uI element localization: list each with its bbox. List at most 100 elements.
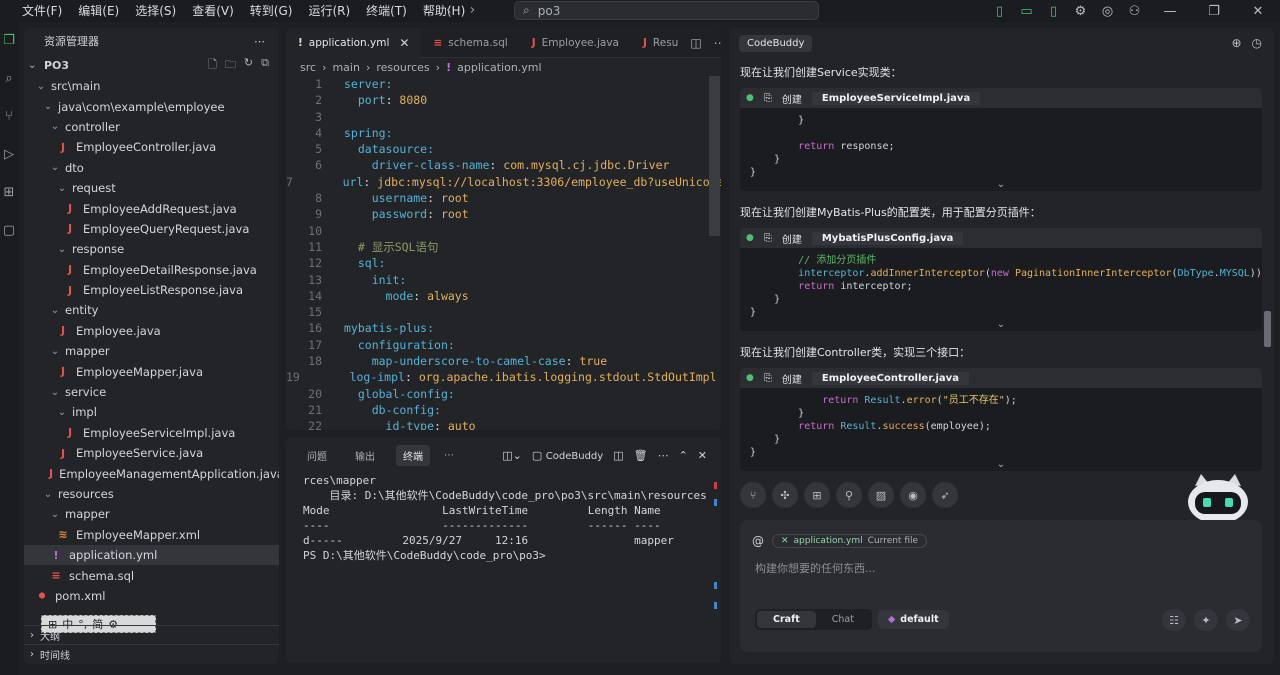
editor-tab[interactable]: J Employee.java [520, 28, 631, 58]
folder-item[interactable]: ⌄ dto [24, 158, 279, 178]
copilot-icon[interactable]: ◎ [1094, 4, 1121, 19]
file-item[interactable]: J EmployeeListResponse.java [24, 280, 279, 300]
new-folder-icon[interactable]: 🗀 [225, 56, 236, 75]
file-item[interactable]: ⬤ pom.xml [24, 586, 279, 606]
toggle-panel-icon[interactable]: ▭ [1013, 4, 1040, 19]
image-icon[interactable]: ▨ [868, 482, 894, 508]
extensions-icon[interactable]: ⊞ [0, 174, 18, 212]
menu-item[interactable]: 转到(G) [242, 0, 301, 22]
file-item[interactable]: J EmployeeServiceImpl.java [24, 423, 279, 443]
chat-scrollbar[interactable] [1264, 311, 1271, 347]
folder-item[interactable]: ⌄ resources [24, 484, 279, 504]
expand-chevron-icon[interactable]: ⌄ [740, 319, 1262, 331]
split-icon[interactable]: ◫ [613, 449, 623, 462]
minimize-icon[interactable]: — [1148, 4, 1192, 19]
file-item[interactable]: J EmployeeManagementApplication.java [24, 463, 279, 483]
file-item[interactable]: J EmployeeService.java [24, 443, 279, 463]
editor-scrollbar[interactable] [709, 76, 720, 236]
tab-problems[interactable]: 问题 [300, 445, 334, 466]
context-file-chip[interactable]: ✕ application.yml Current file [772, 534, 928, 548]
terminal-instance[interactable]: ▢ CodeBuddy [532, 449, 603, 462]
file-item[interactable]: J EmployeeAddRequest.java [24, 198, 279, 218]
new-file-icon[interactable]: 🗋 [208, 56, 217, 75]
codebuddy-title[interactable]: CodeBuddy [739, 34, 813, 52]
folder-item[interactable]: ⌄ service [24, 382, 279, 402]
breadcrumb-item[interactable]: main [332, 61, 359, 74]
more-actions-icon[interactable]: ⋯ [254, 35, 265, 48]
file-item[interactable]: ≋ EmployeeMapper.xml [24, 525, 279, 545]
close-panel-icon[interactable]: ✕ [698, 449, 707, 462]
folder-item[interactable]: ⌄ mapper [24, 504, 279, 524]
file-item[interactable]: ≡ schema.sql [24, 565, 279, 585]
expand-chevron-icon[interactable]: ⌄ [740, 459, 1262, 471]
send-icon[interactable]: ➤ [1226, 609, 1250, 631]
link-icon[interactable]: ⚲ [836, 482, 862, 508]
menu-item[interactable]: 编辑(E) [70, 0, 127, 22]
model-selector[interactable]: ◆ default [877, 610, 949, 629]
code-editor[interactable]: 1 server: 2 port: 8080 3 4 spring: 5 datasourc… [286, 76, 721, 430]
folder-item[interactable]: ⌄ request [24, 178, 279, 198]
explorer-icon[interactable]: ❐ [0, 22, 18, 60]
menu-item[interactable]: 查看(V) [184, 0, 242, 22]
split-editor-icon[interactable]: ◫ [690, 36, 701, 50]
file-item[interactable]: J Employee.java [24, 321, 279, 341]
branch-icon[interactable]: ⑂ [740, 482, 766, 508]
file-item[interactable]: J EmployeeController.java [24, 137, 279, 157]
toggle-sidebar-icon[interactable]: ▯ [986, 4, 1013, 19]
file-item[interactable]: J EmployeeDetailResponse.java [24, 260, 279, 280]
terminal-output[interactable]: rces\mapper 目录: D:\其他软件\CodeBuddy\code_p… [286, 473, 721, 563]
folder-item[interactable]: ⌄ entity [24, 300, 279, 320]
more-actions-icon[interactable]: ⋯ [714, 36, 721, 50]
editor-tab[interactable]: J Resu [631, 28, 690, 58]
trash-icon[interactable]: 🗑 [634, 449, 648, 462]
rocket-icon[interactable]: ➶ [932, 482, 958, 508]
new-chat-icon[interactable]: ⊕ [1231, 36, 1241, 50]
file-item[interactable]: J EmployeeMapper.java [24, 361, 279, 381]
folder-item[interactable]: ⌄ src\main [24, 76, 279, 96]
split-terminal-icon[interactable]: ◫⌄ [502, 449, 522, 462]
sparkle-icon[interactable]: ✦ [1194, 609, 1218, 631]
menu-item[interactable]: 终端(T) [358, 0, 415, 22]
remove-context-icon[interactable]: ✕ [781, 536, 789, 546]
mode-chat[interactable]: Chat [816, 611, 870, 628]
blocks-icon[interactable]: ⊞ [804, 482, 830, 508]
editor-tab[interactable]: ! application.yml ✕ [286, 28, 422, 58]
close-window-icon[interactable]: ✕ [1236, 4, 1280, 19]
tab-output[interactable]: 输出 [348, 445, 382, 466]
command-search-input[interactable]: ⌕ po3 [514, 1, 819, 20]
project-root[interactable]: ⌄ PO3 🗋 🗀 ↻ ⧉ [24, 54, 279, 76]
settings-icon[interactable]: ⚙ [1067, 4, 1094, 19]
toggle-secondary-sidebar-icon[interactable]: ▯ [1040, 4, 1067, 19]
folder-item[interactable]: ⌄ impl [24, 402, 279, 422]
menu-item[interactable]: 运行(R) [300, 0, 358, 22]
file-item[interactable]: ! application.yml [24, 544, 279, 566]
collapse-all-icon[interactable]: ⧉ [261, 56, 269, 75]
file-change-card[interactable]: ● ⎘ 创建 EmployeeController.java return Resul… [740, 368, 1262, 471]
chat-input[interactable]: 构建你想要的任何东西... [755, 560, 876, 576]
more-actions-icon[interactable]: ⋯ [658, 449, 669, 462]
tab-terminal[interactable]: 终端 [396, 444, 430, 466]
integrations-icon[interactable]: ✣ [772, 482, 798, 508]
outline-section[interactable]: › 大纲 [24, 625, 279, 644]
expand-chevron-icon[interactable]: ⌄ [740, 179, 1262, 191]
search-activity-icon[interactable]: ⌕ [0, 60, 18, 98]
breadcrumb-item[interactable]: src [300, 61, 316, 74]
refresh-icon[interactable]: ↻ [244, 56, 253, 75]
breadcrumb-item[interactable]: application.yml [457, 61, 541, 74]
remote-icon[interactable]: ▢ [0, 212, 18, 250]
mode-craft[interactable]: Craft [757, 611, 816, 628]
eye-icon[interactable]: ◉ [900, 482, 926, 508]
menu-item[interactable]: 选择(S) [127, 0, 184, 22]
folder-item[interactable]: ⌄ mapper [24, 341, 279, 361]
folder-item[interactable]: ⌄ response [24, 239, 279, 259]
editor-tab[interactable]: ≡ schema.sql [421, 28, 519, 58]
timeline-section[interactable]: › 时间线 [24, 644, 279, 663]
checklist-icon[interactable]: ☷ [1162, 609, 1186, 631]
menu-item[interactable]: 文件(F) [14, 0, 70, 22]
file-change-card[interactable]: ● ⎘ 创建 EmployeeServiceImpl.java } return re… [740, 88, 1262, 191]
mention-icon[interactable]: @ [752, 534, 764, 548]
folder-item[interactable]: ⌄ controller [24, 117, 279, 137]
file-change-card[interactable]: ● ⎘ 创建 MybatisPlusConfig.java // 添加分页插件 int… [740, 228, 1262, 331]
arrow-right-icon[interactable]: › [470, 0, 476, 20]
maximize-panel-icon[interactable]: ⌃ [679, 449, 688, 462]
